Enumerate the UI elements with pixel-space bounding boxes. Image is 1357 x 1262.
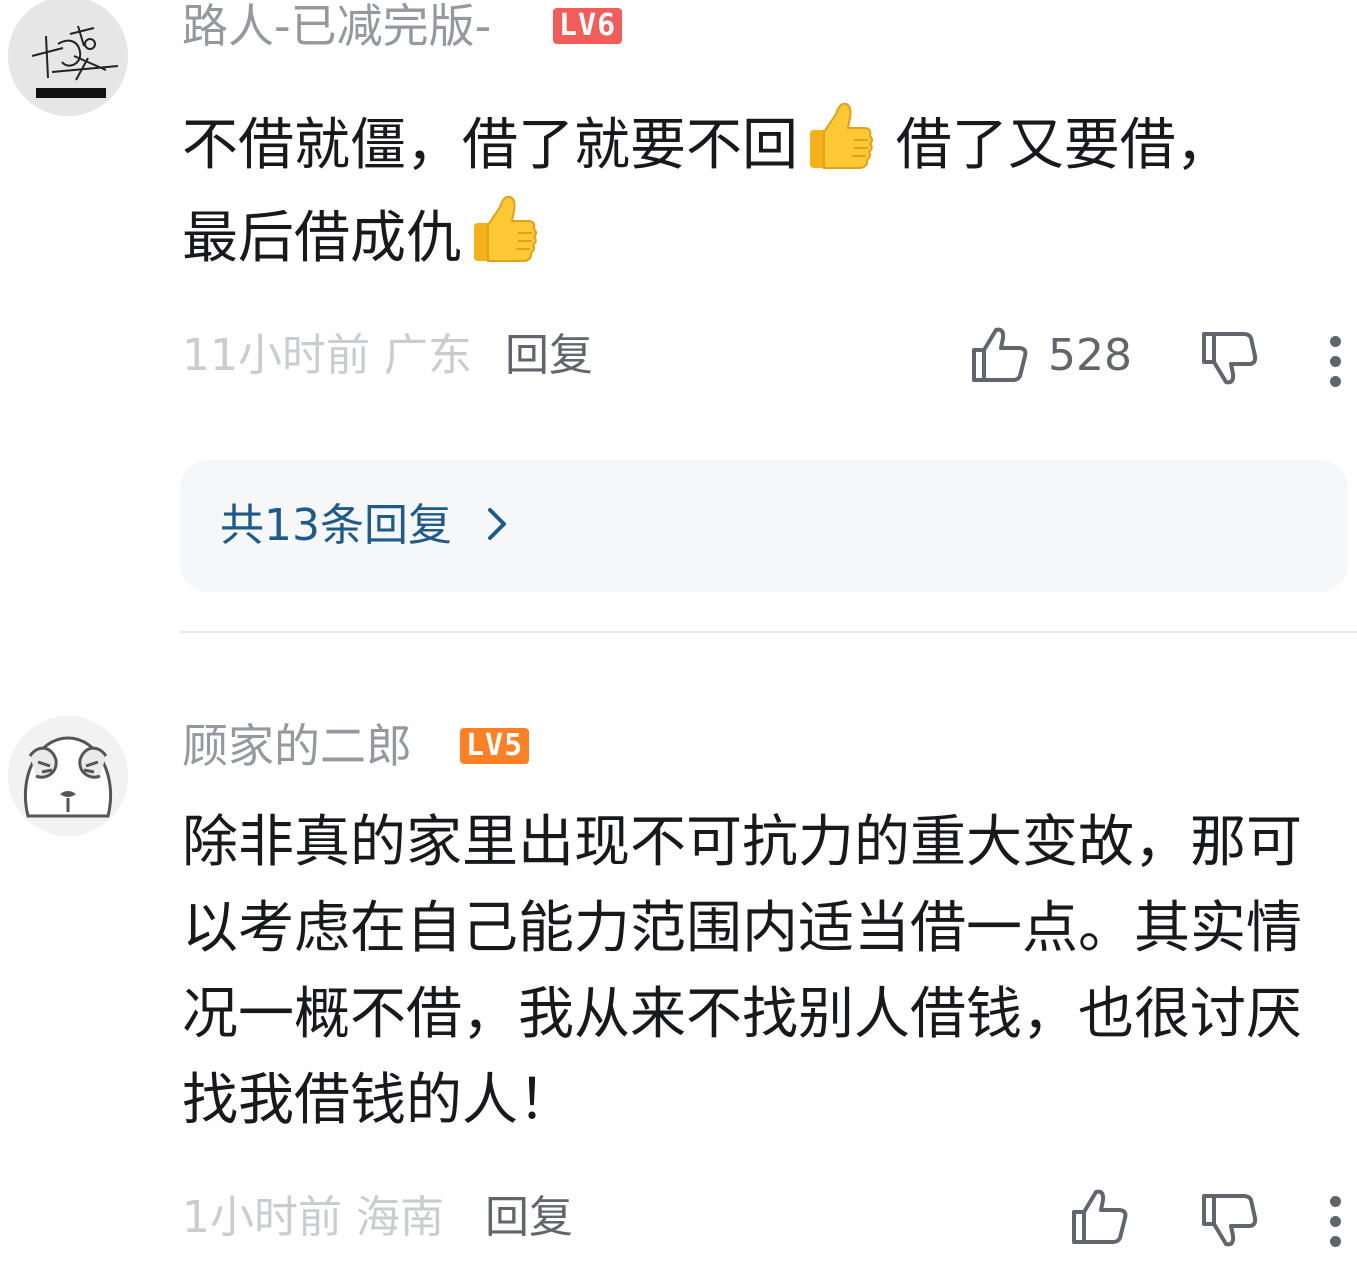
comment-item: 顾家的二郎 LV5 除非真的家里出现不可抗力的重大变故，那可以考虑在自己能力范围… <box>0 700 1357 1262</box>
dislike-icon[interactable] <box>1200 1192 1258 1248</box>
comment-meta: 11小时前 广东 <box>182 328 472 384</box>
thumbs-up-emoji-icon <box>474 195 537 262</box>
replies-count-label: 共13条回复 <box>220 500 452 551</box>
reply-button[interactable]: 回复 <box>485 1190 573 1246</box>
comment-text-part: 最后借成仇 <box>182 206 462 271</box>
thumbs-up-emoji-icon <box>810 102 873 169</box>
chevron-right-icon <box>488 508 506 540</box>
comment-meta: 1小时前 海南 <box>182 1190 444 1246</box>
username[interactable]: 路人-已减完版- <box>182 0 491 54</box>
user-avatar[interactable] <box>8 0 128 116</box>
more-options-icon[interactable] <box>1330 336 1342 396</box>
signature-avatar-icon <box>8 0 128 116</box>
username[interactable]: 顾家的二郎 <box>182 718 412 774</box>
replies-box[interactable]: 共13条回复 <box>180 460 1348 592</box>
comment-location: 广东 <box>384 330 472 381</box>
user-avatar[interactable] <box>8 716 128 836</box>
comment-text: 除非真的家里出现不可抗力的重大变故，那可以考虑在自己能力范围内适当借一点。其实情… <box>182 810 1302 1133</box>
comment-time: 11小时前 <box>182 330 370 381</box>
reply-button[interactable]: 回复 <box>505 328 593 384</box>
dislike-icon[interactable] <box>1200 330 1258 386</box>
comment-text-part: 借了又要借， <box>878 113 1232 178</box>
comment-time: 1小时前 <box>182 1192 342 1243</box>
comment-location: 海南 <box>356 1192 444 1243</box>
comment-text-part: 不借就僵，借了就要不回 <box>182 113 798 178</box>
like-icon[interactable] <box>970 326 1030 384</box>
more-options-icon[interactable] <box>1330 1196 1342 1256</box>
level-badge: LV6 <box>553 8 623 44</box>
comment-divider <box>180 631 1357 633</box>
comment-text: 不借就僵，借了就要不回 借了又要借， 最后借成仇 <box>182 96 1332 282</box>
like-icon[interactable] <box>1070 1188 1130 1246</box>
view-replies-link[interactable]: 共13条回复 <box>220 498 512 554</box>
like-count: 528 <box>1048 330 1132 381</box>
cartoon-avatar-icon <box>8 716 128 836</box>
level-badge: LV5 <box>460 728 530 764</box>
